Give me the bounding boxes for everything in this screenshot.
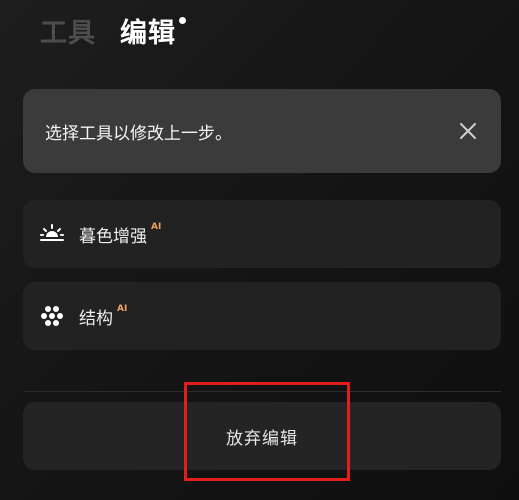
- tab-edit[interactable]: 编辑: [120, 12, 186, 56]
- tool-structure[interactable]: 结构 AI: [23, 282, 501, 350]
- tab-tools[interactable]: 工具: [40, 12, 96, 56]
- ai-badge: AI: [117, 304, 128, 314]
- sunset-icon: [39, 221, 65, 247]
- hint-text: 选择工具以修改上一步。: [45, 123, 232, 144]
- dots-cluster-icon: [39, 303, 65, 329]
- mode-tabs: 工具 编辑: [40, 12, 186, 56]
- tab-edit-label: 编辑: [120, 18, 176, 49]
- tool-dusk-enhance-label: 暮色增强: [79, 226, 147, 247]
- discard-edits-button[interactable]: 放弃编辑: [23, 402, 501, 470]
- divider: [23, 391, 501, 392]
- close-icon[interactable]: [457, 120, 479, 142]
- tool-dusk-enhance[interactable]: 暮色增强 AI: [23, 200, 501, 268]
- ai-badge: AI: [151, 222, 162, 232]
- active-dot-indicator: [179, 17, 186, 24]
- tool-structure-label: 结构: [79, 308, 113, 329]
- hint-banner: 选择工具以修改上一步。: [23, 89, 501, 173]
